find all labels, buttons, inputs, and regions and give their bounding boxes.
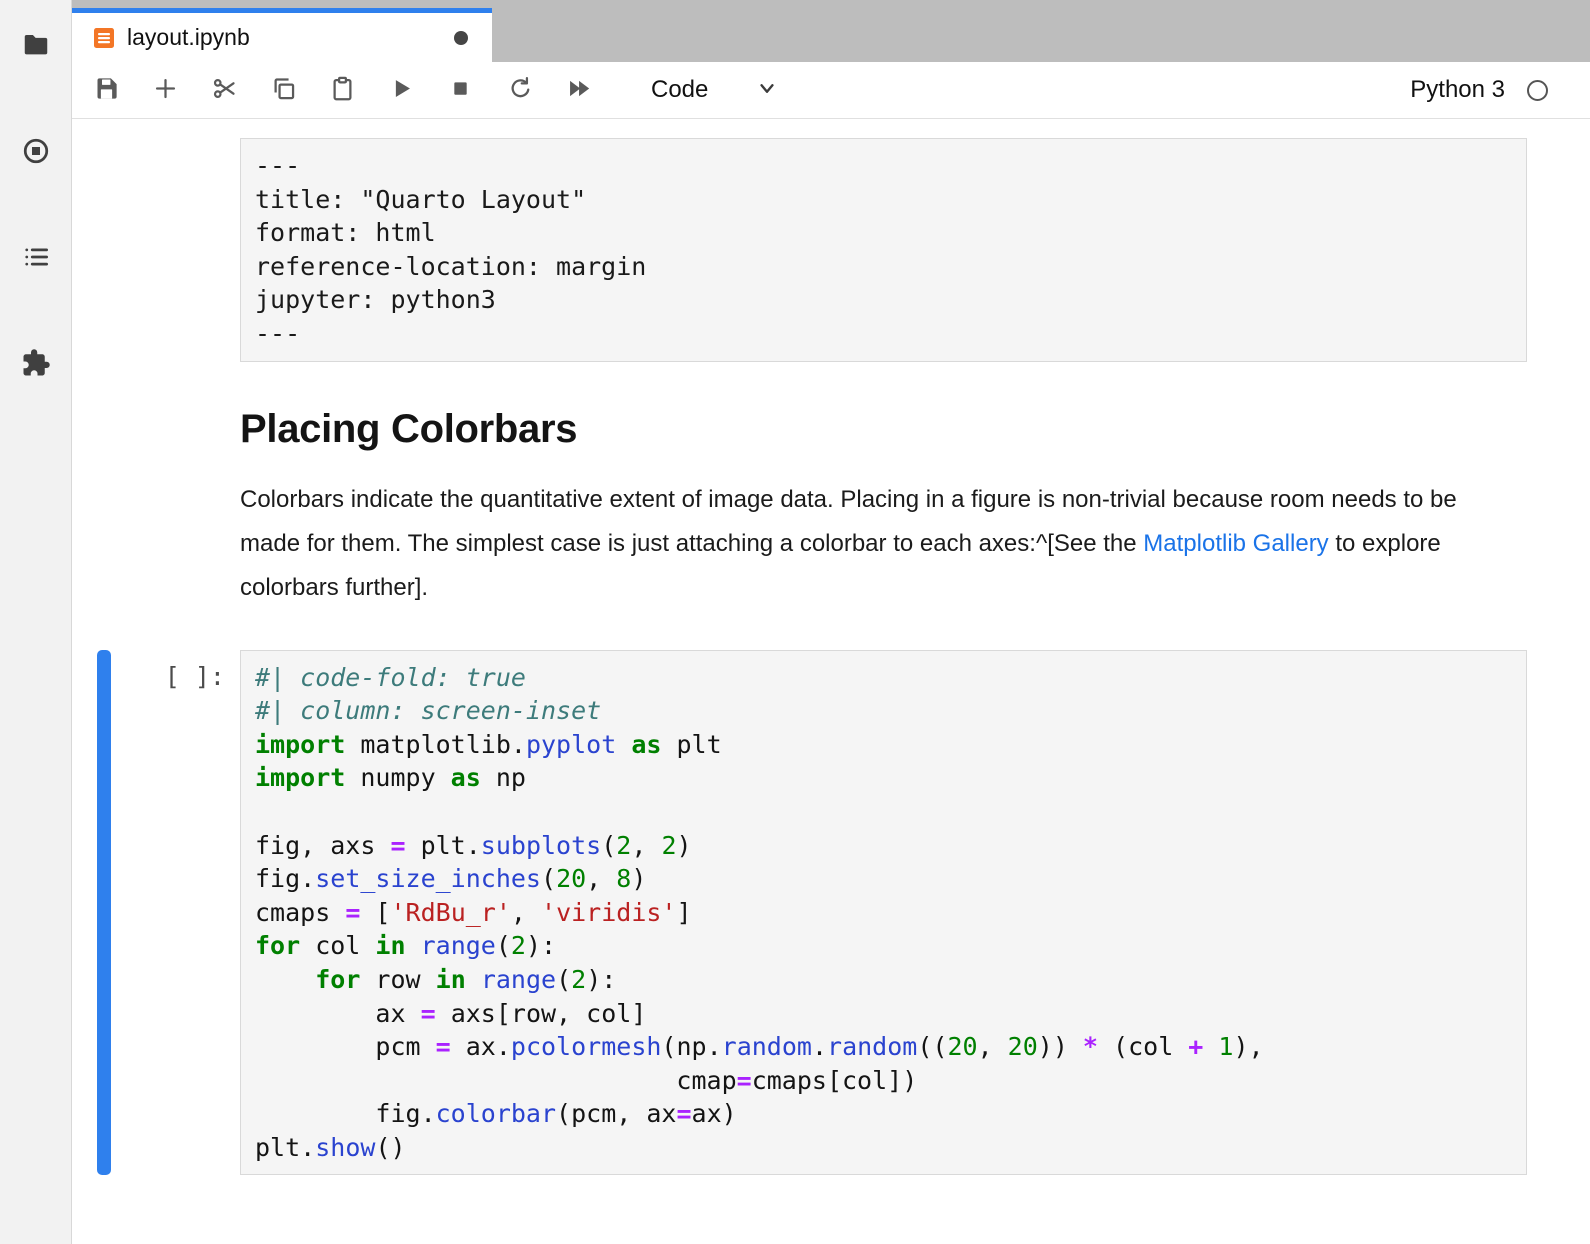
markdown-paragraph: Colorbars indicate the quantitative exte… [240,478,1522,610]
raw-cell: --- title: "Quarto Layout" format: html … [72,138,1590,362]
copy-icon [270,75,297,105]
paste-cells-button[interactable] [328,76,356,104]
code-line: import numpy as np [255,761,1512,795]
cut-icon [211,75,238,105]
add-cell-icon [152,75,179,105]
code-line: #| column: screen-inset [255,694,1512,728]
markdown-heading: Placing Colorbars [240,406,1527,452]
tab-title: layout.ipynb [127,24,250,51]
notebook-file-icon [92,26,116,50]
matplotlib-gallery-link[interactable]: Matplotlib Gallery [1143,530,1328,557]
restart-run-all-button[interactable] [564,76,592,104]
code-line: pcm = ax.pcolormesh(np.random.random((20… [255,1030,1512,1064]
sidebar-tab-running-sessions[interactable] [19,136,53,168]
table-of-contents-icon [21,242,51,275]
interrupt-icon [447,75,474,105]
code-line: plt.show() [255,1131,1512,1165]
folder-icon [21,30,51,63]
restart-icon [506,75,533,105]
code-line: ax = axs[row, col] [255,997,1512,1031]
extension-manager-icon [21,348,51,381]
run-cell-button[interactable] [387,76,415,104]
code-line: for row in range(2): [255,963,1512,997]
raw-cell-gutter [72,138,240,362]
chevron-down-icon [708,75,780,106]
cut-cells-button[interactable] [210,76,238,104]
paste-icon [329,75,356,105]
sidebar-tab-extension-manager[interactable] [19,348,53,380]
interrupt-kernel-button[interactable] [446,76,474,104]
code-line: fig.set_size_inches(20, 8) [255,862,1512,896]
running-sessions-icon [21,136,51,169]
code-line: for col in range(2): [255,929,1512,963]
sidebar-tab-table-of-contents[interactable] [19,242,53,274]
restart-kernel-button[interactable] [505,76,533,104]
execution-prompt: [ ]: [165,662,225,691]
code-line: import matplotlib.pyplot as plt [255,728,1512,762]
cell-type-value: Code [651,76,708,104]
code-line: #| code-fold: true [255,661,1512,695]
code-line: fig.colorbar(pcm, ax=ax) [255,1097,1512,1131]
dock-tab-bar: layout.ipynb [72,0,1590,62]
code-line [255,795,1512,829]
save-button[interactable] [92,76,120,104]
code-editor[interactable]: #| code-fold: true#| column: screen-inse… [240,650,1527,1176]
sidebar-tab-file-browser[interactable] [19,30,53,62]
add-cell-button[interactable] [151,76,179,104]
run-icon [388,75,415,105]
restart-run-all-icon [565,75,592,105]
save-icon [93,75,120,105]
notebook-content: --- title: "Quarto Layout" format: html … [72,119,1590,1244]
kernel-name[interactable]: Python 3 [1410,76,1505,104]
notebook-toolbar: Code Python 3 [72,62,1590,119]
active-cell-collapser[interactable] [97,650,111,1176]
raw-cell-editor[interactable]: --- title: "Quarto Layout" format: html … [240,138,1527,362]
code-line: fig, axs = plt.subplots(2, 2) [255,829,1512,863]
code-cell: [ ]: #| code-fold: true#| column: screen… [72,650,1590,1176]
left-sidebar [0,0,72,1244]
markdown-cell: Placing Colorbars Colorbars indicate the… [72,362,1590,610]
code-line: cmaps = ['RdBu_r', 'viridis'] [255,896,1512,930]
code-cell-gutter: [ ]: [72,650,240,1176]
code-line: cmap=cmaps[col]) [255,1064,1512,1098]
jupyterlab-app: layout.ipynb [0,0,1590,1244]
tab-layout-ipynb[interactable]: layout.ipynb [72,8,492,62]
copy-cells-button[interactable] [269,76,297,104]
unsaved-changes-dot[interactable] [454,31,468,45]
kernel-status-icon[interactable] [1527,80,1548,101]
cell-type-dropdown[interactable]: Code [651,75,780,106]
markdown-cell-gutter [72,362,240,610]
